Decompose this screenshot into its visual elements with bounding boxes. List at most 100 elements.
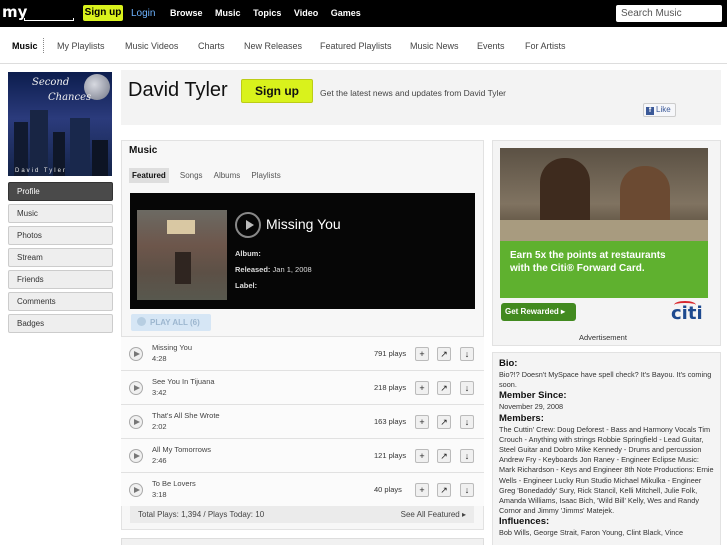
track-row[interactable]: Missing You 4:28 791 plays + ↗ ↓: [121, 336, 484, 370]
add-icon[interactable]: +: [415, 449, 429, 463]
subnav-divider: [43, 38, 44, 53]
cover-artist-name: David Tyler: [15, 168, 67, 174]
track-play-icon[interactable]: [129, 483, 143, 497]
top-nav: Browse Music Topics Video Games: [170, 8, 371, 18]
subnav-music-videos[interactable]: Music Videos: [125, 41, 178, 51]
download-icon[interactable]: ↓: [460, 415, 474, 429]
nav-video[interactable]: Video: [294, 8, 318, 18]
track-plays: 791 plays: [374, 349, 407, 358]
subnav-music[interactable]: Music: [12, 41, 38, 51]
tab-albums[interactable]: Albums: [214, 168, 241, 183]
share-icon[interactable]: ↗: [437, 449, 451, 463]
nav-item-profile[interactable]: Profile: [8, 182, 113, 201]
login-link[interactable]: Login: [131, 8, 155, 19]
subnav-charts[interactable]: Charts: [198, 41, 225, 51]
ad-headline-line1: Earn 5x the points at restaurants: [510, 250, 666, 261]
play-all-button[interactable]: PLAY ALL (6): [131, 314, 211, 331]
add-icon[interactable]: +: [415, 381, 429, 395]
track-name: To Be Lovers: [152, 479, 196, 488]
storefront-sign: [167, 220, 195, 234]
news-text: Get the latest news and updates from Dav…: [320, 88, 506, 98]
play-icon[interactable]: [235, 212, 261, 238]
tab-songs[interactable]: Songs: [180, 168, 203, 183]
see-all-featured-link[interactable]: See All Featured ▸: [401, 510, 466, 519]
tab-featured[interactable]: Featured: [129, 168, 169, 183]
track-name: That's All She Wrote: [152, 411, 220, 420]
nav-games[interactable]: Games: [331, 8, 361, 18]
track-row[interactable]: All My Tomorrows 2:46 121 plays + ↗ ↓: [121, 438, 484, 472]
track-duration: 4:28: [152, 354, 167, 363]
subnav-featured-playlists[interactable]: Featured Playlists: [320, 41, 392, 51]
featured-song-image[interactable]: [137, 210, 227, 300]
download-icon[interactable]: ↓: [460, 483, 474, 497]
signup-button[interactable]: Sign up: [241, 79, 313, 103]
share-icon[interactable]: ↗: [437, 381, 451, 395]
released-label: Released:: [235, 265, 271, 274]
track-play-icon[interactable]: [129, 347, 143, 361]
subnav-events[interactable]: Events: [477, 41, 505, 51]
tab-playlists[interactable]: Playlists: [251, 168, 280, 183]
member-since-title: Member Since:: [499, 390, 567, 402]
track-list-footer: Total Plays: 1,394 / Plays Today: 10 See…: [130, 506, 474, 523]
music-tabs: Featured Songs Albums Playlists: [129, 168, 289, 183]
share-icon[interactable]: ↗: [437, 347, 451, 361]
subnav-for-artists[interactable]: For Artists: [525, 41, 566, 51]
share-icon[interactable]: ↗: [437, 483, 451, 497]
track-plays: 40 plays: [374, 485, 402, 494]
subnav-my-playlists[interactable]: My Playlists: [57, 41, 105, 51]
facebook-icon: f: [646, 107, 654, 115]
facebook-like-button[interactable]: f Like: [643, 103, 676, 117]
track-play-icon[interactable]: [129, 381, 143, 395]
ad-table: [500, 220, 708, 241]
citi-logo: citi: [671, 301, 703, 324]
nav-item-comments[interactable]: Comments: [8, 292, 113, 311]
nav-item-stream[interactable]: Stream: [8, 248, 113, 267]
ad-headline[interactable]: Earn 5x the points at restaurants with t…: [500, 241, 708, 298]
get-rewarded-button[interactable]: Get Rewarded ▸: [501, 303, 576, 321]
bio-text: Bio?!? Doesn't MySpace have spell check?…: [499, 370, 712, 390]
track-play-icon[interactable]: [129, 415, 143, 429]
track-row[interactable]: To Be Lovers 3:18 40 plays + ↗ ↓: [121, 472, 484, 506]
citi-arc: [674, 301, 696, 309]
nav-item-friends[interactable]: Friends: [8, 270, 113, 289]
nav-browse[interactable]: Browse: [170, 8, 203, 18]
track-play-icon[interactable]: [129, 449, 143, 463]
search-input[interactable]: Search Music: [616, 5, 722, 22]
subnav-new-releases[interactable]: New Releases: [244, 41, 302, 51]
add-icon[interactable]: +: [415, 483, 429, 497]
skyline-building: [92, 140, 108, 176]
track-duration: 2:46: [152, 456, 167, 465]
track-duration: 2:02: [152, 422, 167, 431]
music-section-title: Music: [129, 145, 158, 156]
track-duration: 3:42: [152, 388, 167, 397]
track-row[interactable]: See You In Tijuana 3:42 218 plays + ↗ ↓: [121, 370, 484, 404]
cover-title-line1: Second: [32, 77, 70, 88]
track-row[interactable]: That's All She Wrote 2:02 163 plays + ↗ …: [121, 404, 484, 438]
download-icon[interactable]: ↓: [460, 381, 474, 395]
subnav-music-news[interactable]: Music News: [410, 41, 459, 51]
nav-item-photos[interactable]: Photos: [8, 226, 113, 245]
album-cover-image[interactable]: Second Chances David Tyler: [8, 72, 112, 176]
track-name: See You In Tijuana: [152, 377, 215, 386]
download-icon[interactable]: ↓: [460, 449, 474, 463]
label-label: Label:: [235, 281, 258, 290]
ad-image[interactable]: [500, 148, 708, 241]
play-all-label: PLAY ALL (6): [150, 318, 200, 327]
signup-button-top[interactable]: Sign up: [83, 5, 123, 21]
play-all-icon: [137, 317, 146, 326]
nav-item-badges[interactable]: Badges: [8, 314, 113, 333]
add-icon[interactable]: +: [415, 415, 429, 429]
add-icon[interactable]: +: [415, 347, 429, 361]
influences-text: Bob Wills, George Strait, Faron Young, C…: [499, 528, 684, 538]
like-label: Like: [656, 105, 671, 114]
nav-music[interactable]: Music: [215, 8, 241, 18]
share-icon[interactable]: ↗: [437, 415, 451, 429]
nav-topics[interactable]: Topics: [253, 8, 281, 18]
download-icon[interactable]: ↓: [460, 347, 474, 361]
cover-title-line2: Chances: [48, 92, 92, 103]
artist-name: David Tyler: [128, 79, 228, 101]
myspace-logo[interactable]: my: [2, 3, 74, 23]
track-name: Missing You: [152, 343, 193, 352]
nav-item-music[interactable]: Music: [8, 204, 113, 223]
album-field: Album:: [235, 249, 261, 258]
